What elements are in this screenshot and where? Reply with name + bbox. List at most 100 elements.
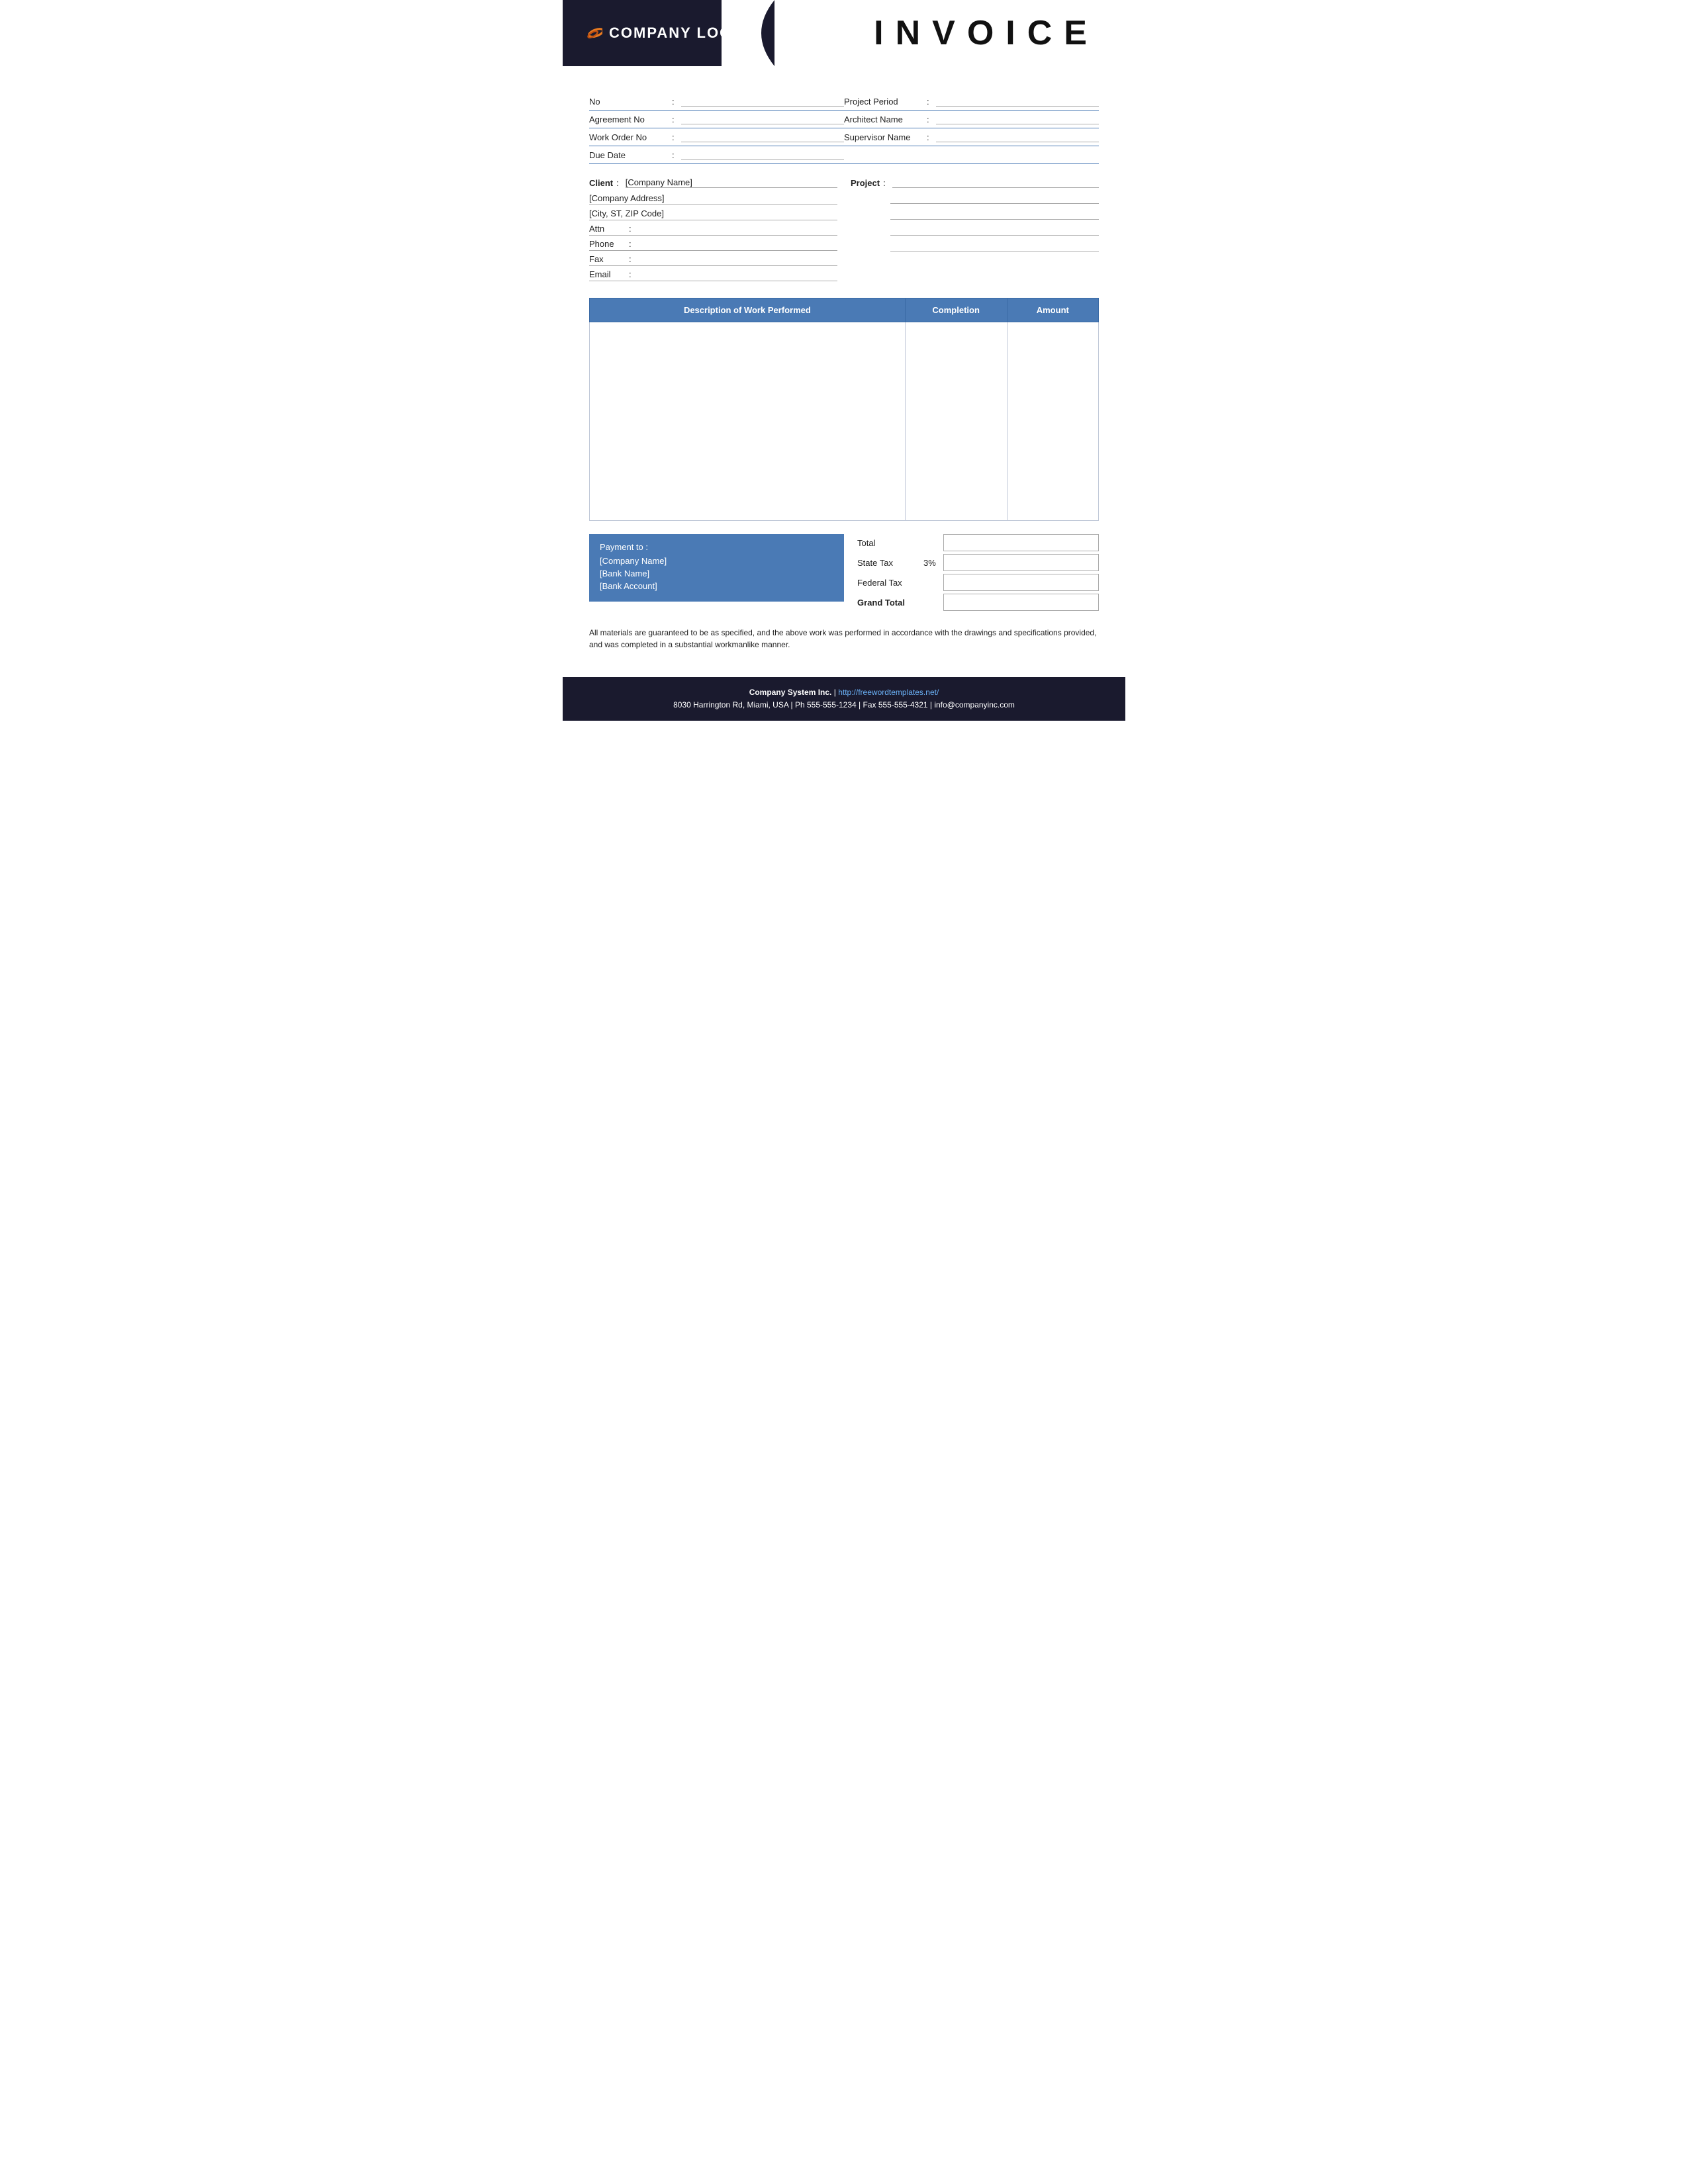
architect-name-colon: : — [927, 114, 929, 124]
grand-total-label: Grand Total — [857, 598, 923, 608]
project-header: Project : — [851, 177, 1099, 188]
client-phone-row: Phone : — [589, 239, 837, 251]
architect-name-value[interactable] — [936, 114, 1099, 124]
footer-website-link[interactable]: http://freewordtemplates.net/ — [838, 688, 939, 697]
project-section: Project : — [851, 177, 1099, 285]
description-cell[interactable] — [590, 322, 906, 521]
project-label: Project — [851, 178, 880, 188]
due-date-value[interactable] — [681, 150, 844, 160]
field-row-2: Agreement No : Architect Name : — [589, 111, 1099, 128]
supervisor-name-colon: : — [927, 132, 929, 142]
col-amount-header: Amount — [1007, 298, 1098, 322]
supervisor-name-value[interactable] — [936, 132, 1099, 142]
architect-name-label: Architect Name — [844, 114, 923, 124]
field-row-3: Work Order No : Supervisor Name : — [589, 128, 1099, 146]
field-agreement-no: Agreement No : — [589, 114, 844, 124]
client-email-row: Email : — [589, 269, 837, 281]
payment-box: Payment to : [Company Name] [Bank Name] … — [589, 534, 844, 602]
footer-bar: Company System Inc. | http://freewordtem… — [563, 677, 1125, 721]
no-value[interactable] — [681, 96, 844, 107]
client-name-value[interactable]: [Company Name] — [626, 177, 837, 188]
field-project-period: Project Period : — [844, 96, 1099, 107]
client-city-row: [City, ST, ZIP Code] — [589, 208, 837, 220]
due-date-label: Due Date — [589, 150, 669, 160]
client-address-row: [Company Address] — [589, 193, 837, 205]
field-due-date: Due Date : — [589, 150, 844, 160]
work-table: Description of Work Performed Completion… — [589, 298, 1099, 521]
payment-account: [Bank Account] — [600, 581, 833, 591]
client-fax-label: Fax — [589, 254, 629, 264]
client-fax-row: Fax : — [589, 254, 837, 266]
client-phone-label: Phone — [589, 239, 629, 249]
work-order-no-colon: : — [672, 132, 675, 142]
project-period-label: Project Period — [844, 97, 923, 107]
project-line-1[interactable] — [890, 193, 1099, 204]
logo-text: COMPANY LOGO — [576, 23, 745, 43]
field-architect-name: Architect Name : — [844, 114, 1099, 124]
payment-title: Payment to : — [600, 542, 833, 552]
field-supervisor-name: Supervisor Name : — [844, 132, 1099, 142]
project-line-2[interactable] — [890, 209, 1099, 220]
total-row: Total — [857, 534, 1099, 551]
col-completion-header: Completion — [905, 298, 1007, 322]
payment-company: [Company Name] — [600, 556, 833, 566]
work-order-no-label: Work Order No — [589, 132, 669, 142]
footer-line-2: 8030 Harrington Rd, Miami, USA | Ph 555-… — [576, 699, 1112, 711]
payment-bank: [Bank Name] — [600, 569, 833, 578]
client-attn-colon: : — [629, 224, 632, 234]
client-phone-colon: : — [629, 239, 632, 249]
invoice-title: INVOICE — [874, 13, 1099, 53]
field-row-4: Due Date : — [589, 146, 1099, 164]
footer-note: All materials are guaranteed to be as sp… — [589, 627, 1099, 651]
field-row-1: No : Project Period : — [589, 93, 1099, 111]
client-attn-row: Attn : — [589, 224, 837, 236]
federal-tax-input[interactable] — [943, 574, 1099, 591]
supervisor-name-label: Supervisor Name — [844, 132, 923, 142]
client-colon: : — [616, 178, 619, 188]
client-city-value: [City, ST, ZIP Code] — [589, 208, 837, 218]
project-lines — [890, 193, 1099, 251]
project-line-3[interactable] — [890, 225, 1099, 236]
project-value[interactable] — [892, 177, 1099, 188]
project-line-4[interactable] — [890, 241, 1099, 251]
work-order-no-value[interactable] — [681, 132, 844, 142]
amount-cell[interactable] — [1007, 322, 1098, 521]
client-header: Client : [Company Name] — [589, 177, 837, 188]
state-tax-input[interactable] — [943, 554, 1099, 571]
footer-company-name: Company System Inc. — [749, 688, 832, 697]
invoice-title-section: INVOICE — [774, 0, 1125, 66]
logo-icon — [576, 23, 602, 43]
client-address-value: [Company Address] — [589, 193, 837, 203]
agreement-no-label: Agreement No — [589, 114, 669, 124]
federal-tax-row: Federal Tax — [857, 574, 1099, 591]
client-section: Client : [Company Name] [Company Address… — [589, 177, 837, 285]
page-header: COMPANY LOGO INVOICE — [563, 0, 1125, 66]
federal-tax-label: Federal Tax — [857, 578, 923, 588]
table-header-row: Description of Work Performed Completion… — [590, 298, 1099, 322]
field-work-order-no: Work Order No : — [589, 132, 844, 142]
completion-cell[interactable] — [905, 322, 1007, 521]
no-colon: : — [672, 97, 675, 107]
col-description-header: Description of Work Performed — [590, 298, 906, 322]
client-email-colon: : — [629, 269, 632, 279]
agreement-no-value[interactable] — [681, 114, 844, 124]
project-period-value[interactable] — [936, 96, 1099, 107]
client-email-label: Email — [589, 269, 629, 279]
agreement-no-colon: : — [672, 114, 675, 124]
total-label: Total — [857, 538, 923, 548]
due-date-colon: : — [672, 150, 675, 160]
no-label: No — [589, 97, 669, 107]
total-input[interactable] — [943, 534, 1099, 551]
footer-line-1: Company System Inc. | http://freewordtem… — [576, 686, 1112, 699]
grand-total-row: Grand Total — [857, 594, 1099, 611]
client-project-section: Client : [Company Name] [Company Address… — [589, 177, 1099, 285]
table-row — [590, 322, 1099, 521]
totals-section: Total State Tax 3% Federal Tax Grand Tot… — [857, 534, 1099, 614]
project-colon: : — [883, 178, 886, 188]
bottom-section: Payment to : [Company Name] [Bank Name] … — [589, 534, 1099, 614]
grand-total-input[interactable] — [943, 594, 1099, 611]
client-attn-label: Attn — [589, 224, 629, 234]
fields-section: No : Project Period : Agreement No : Arc… — [589, 93, 1099, 164]
content-area: No : Project Period : Agreement No : Arc… — [563, 66, 1125, 677]
logo-section: COMPANY LOGO — [563, 0, 774, 66]
